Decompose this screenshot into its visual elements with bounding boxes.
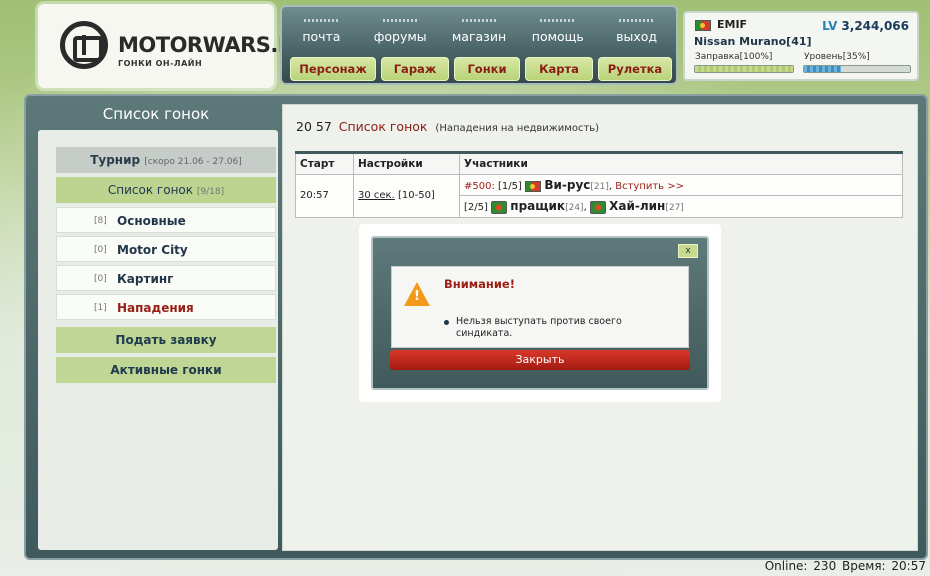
team-one-cell: #500: [1/5] Ви-рус[21], Вступить >> [459, 174, 903, 196]
page-time: 20 57 [296, 119, 332, 134]
races-table: Старт Настройки Участники 20:57 30 сек. … [295, 151, 903, 218]
player-level: [21] [590, 182, 609, 192]
sidebar-item-attacks[interactable]: [1] Нападения [56, 294, 276, 320]
player-flag-icon [589, 200, 606, 214]
sidebar-count: [1] [94, 303, 107, 313]
sidebar-item-label: Картинг [117, 272, 174, 286]
user-level-value: LV 3,244,066 [822, 19, 909, 33]
page-subtitle: (Нападения на недвижимость) [435, 123, 600, 134]
sidebar-count: [0] [94, 274, 107, 284]
time-label: Время: [842, 559, 886, 573]
online-count: 230 [813, 559, 837, 573]
level-bar [803, 65, 911, 73]
sidebar-item-motor-city[interactable]: [0] Motor City [56, 236, 276, 262]
race-settings-range: [10-50] [397, 190, 435, 202]
fuel-bar-fill [695, 66, 793, 72]
team-two-slots: [2/5] [464, 202, 488, 213]
fuel-bar [694, 65, 794, 73]
sidebar-title: Список гонок [102, 105, 210, 123]
user-name-row[interactable]: EMIF [695, 18, 747, 31]
lv-value: 3,244,066 [841, 19, 909, 33]
tournament-label: Турнир [90, 153, 141, 167]
player-level: [24] [565, 203, 584, 213]
race-settings: 30 сек. [10-50] [353, 174, 460, 218]
team-one-slots: [1/5] [498, 181, 522, 192]
user-panel: EMIF LV 3,244,066 Nissan Murano[41] Запра… [683, 11, 919, 81]
nav-character-button[interactable]: Персонаж [290, 57, 376, 81]
column-header-start: Старт [295, 151, 354, 175]
join-race-link[interactable]: Вступить >> [615, 181, 684, 192]
dialog-title: Внимание! [444, 277, 515, 291]
online-label: Online: [764, 559, 808, 573]
apply-button[interactable]: Подать заявку [56, 327, 276, 353]
player-flag-icon [525, 180, 542, 192]
team-two-cell: [2/5] пращик[24], Хай-лин[27] [459, 195, 903, 218]
close-icon[interactable]: x [678, 244, 698, 258]
warning-icon-mark: ! [414, 289, 420, 304]
nav-races-button[interactable]: Гонки [454, 57, 520, 81]
race-list-count: [9/18] [196, 187, 225, 197]
table-header-row: Старт Настройки Участники [295, 151, 903, 175]
column-header-participants: Участники [459, 151, 903, 175]
nav-roulette-button[interactable]: Рулетка [598, 57, 672, 81]
sidebar-count: [8] [94, 216, 107, 226]
sidebar-count: [0] [94, 245, 107, 255]
nav-exit[interactable]: выход [597, 15, 676, 51]
page-title: 20 57 Список гонок (Нападения на недвижи… [296, 119, 599, 134]
lv-label: LV [822, 19, 838, 33]
sidebar-item-label: Основные [117, 214, 186, 228]
page-title-text: Список гонок [338, 119, 428, 134]
player-name[interactable]: Хай-лин [609, 199, 665, 213]
sidebar-item-karting[interactable]: [0] Картинг [56, 265, 276, 291]
sidebar-item-race-list[interactable]: Список гонок [9/18] [56, 177, 276, 203]
bullet-icon [444, 320, 449, 325]
sidebar-item-label: Нападения [117, 301, 194, 315]
fuel-label: Заправка[100%] [695, 52, 773, 62]
sidebar-item-tournament[interactable]: Турнир [скоро 21.06 - 27.06] [56, 147, 276, 173]
race-list-label: Список гонок [107, 183, 194, 197]
tournament-note: [скоро 21.06 - 27.06] [144, 157, 242, 167]
level-label: Уровень[35%] [804, 52, 870, 62]
nav-mail[interactable]: почта [282, 15, 361, 51]
user-car[interactable]: Nissan Murano[41] [694, 35, 812, 48]
race-settings-link[interactable]: 30 сек. [358, 190, 395, 201]
syndicate-flag-icon [695, 19, 711, 31]
nav-help[interactable]: помощь [518, 15, 597, 51]
player-flag-icon [491, 200, 508, 214]
nav-garage-button[interactable]: Гараж [381, 57, 449, 81]
race-start-time: 20:57 [295, 174, 354, 218]
table-row: 20:57 30 сек. [10-50] #500: [1/5] Ви-рус… [295, 174, 903, 218]
level-bar-fill [804, 66, 842, 72]
player-name[interactable]: пращик [510, 199, 565, 213]
player-level: [27] [665, 203, 684, 213]
brand-tagline: ГОНКИ ОН-ЛАЙН [118, 59, 203, 68]
top-navigation: почта форумы магазин помощь выход Персон… [280, 5, 678, 85]
active-races-button[interactable]: Активные гонки [56, 357, 276, 383]
nav-forums[interactable]: форумы [361, 15, 440, 51]
username: EMIF [717, 18, 748, 31]
race-id: #500: [464, 181, 495, 192]
sidebar-item-label: Motor City [117, 243, 188, 257]
logo-emblem-icon [60, 21, 108, 69]
close-dialog-button[interactable]: Закрыть [390, 350, 690, 370]
nav-map-button[interactable]: Карта [525, 57, 593, 81]
sidebar-item-main[interactable]: [8] Основные [56, 207, 276, 233]
server-time: 20:57 [891, 559, 926, 573]
nav-shop[interactable]: магазин [440, 15, 519, 51]
site-logo[interactable]: MOTORWARS.RU ГОНКИ ОН-ЛАЙН [38, 4, 311, 88]
status-bar: Online: 230 Время: 20:57 [763, 559, 926, 573]
column-header-settings: Настройки [353, 151, 460, 175]
dialog-message: Нельзя выступать против своего синдиката… [456, 316, 622, 339]
player-name[interactable]: Ви-рус [544, 178, 590, 192]
